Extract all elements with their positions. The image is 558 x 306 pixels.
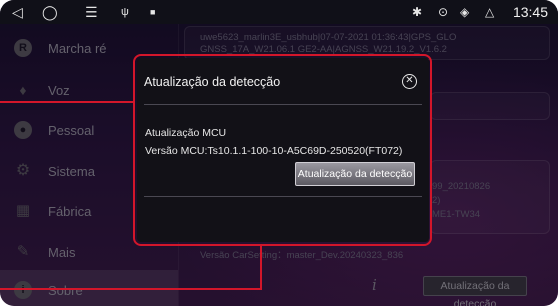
- eject-icon: △: [485, 5, 495, 19]
- bluetooth-icon: ✱: [412, 5, 423, 19]
- usb-icon: ψ: [121, 6, 129, 18]
- photo-icon: ■: [150, 7, 156, 17]
- annotation-line: [260, 244, 262, 290]
- device-screen: ◁ ◯ ☰ ψ ■ ✱ ⊙ ◈ △ 13:45 R Marcha ré ♦ Vo…: [0, 0, 558, 306]
- back-icon[interactable]: ◁: [12, 3, 23, 21]
- wifi-icon: ◈: [460, 5, 470, 19]
- home-icon[interactable]: ◯: [42, 3, 58, 21]
- location-icon: ⊙: [438, 5, 449, 19]
- status-bar: ◁ ◯ ☰ ψ ■ ✱ ⊙ ◈ △ 13:45: [0, 0, 558, 24]
- menu-icon[interactable]: ☰: [85, 3, 98, 21]
- clock: 13:45: [512, 4, 548, 20]
- annotation-line: [0, 288, 262, 290]
- annotation-line: [0, 101, 135, 103]
- highlight-box: [133, 54, 432, 246]
